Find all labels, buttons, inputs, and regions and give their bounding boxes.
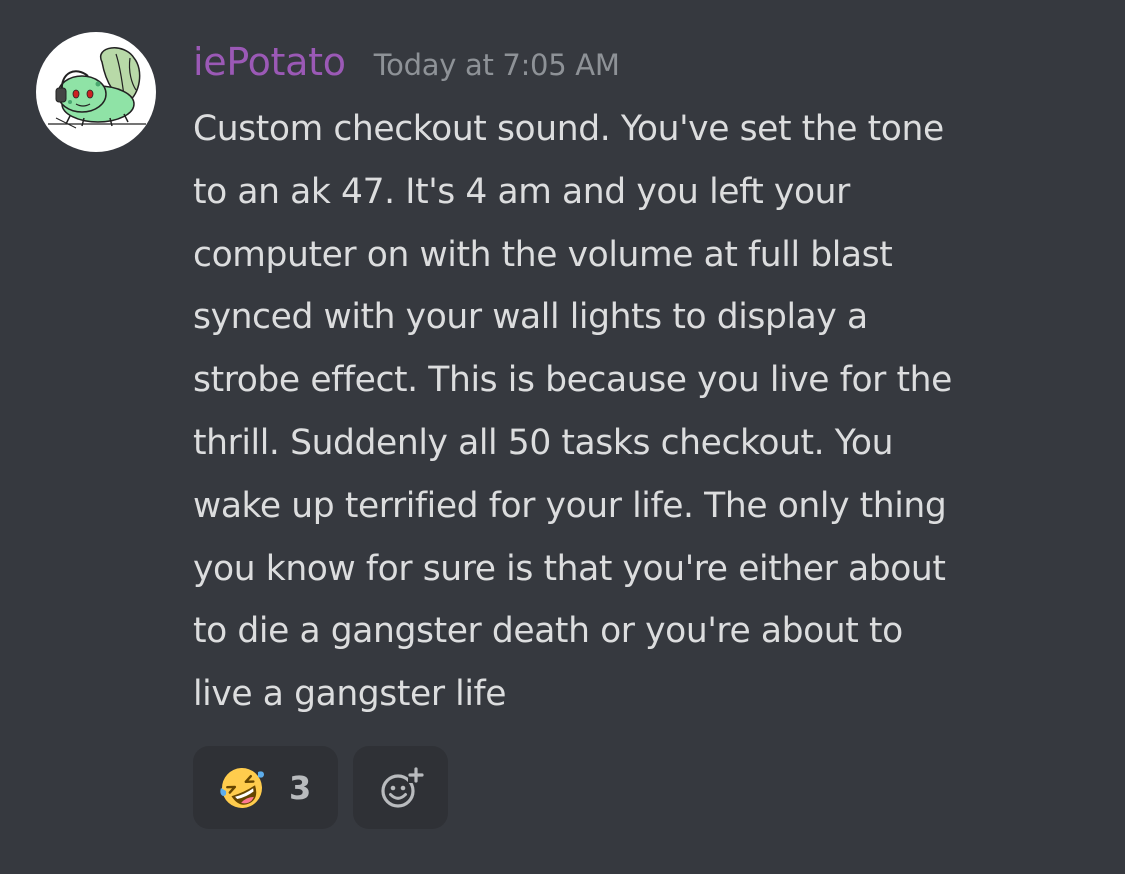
bulbasaur-avatar-icon: [48, 47, 146, 129]
reaction-rofl[interactable]: 3: [193, 746, 338, 829]
message-line: you know for sure is that you're either …: [193, 548, 946, 589]
message-line: synced with your wall lights to display …: [193, 297, 868, 338]
message-line: strobe effect. This is because you live …: [193, 360, 952, 401]
message-line: to an ak 47. It's 4 am and you left your: [193, 171, 850, 212]
add-reaction-icon: [380, 766, 424, 808]
rolling-on-the-floor-laughing-emoji-icon: [220, 767, 264, 808]
message-line: computer on with the volume at full blas…: [193, 234, 893, 275]
message-line: live a gangster life: [193, 674, 507, 715]
message-line: wake up terrified for your life. The onl…: [193, 485, 947, 526]
chat-message: iePotato Today at 7:05 AM Custom checkou…: [0, 0, 1125, 874]
add-reaction-button[interactable]: [353, 746, 448, 829]
message-line: thrill. Suddenly all 50 tasks checkout. …: [193, 422, 894, 463]
reaction-count: 3: [289, 768, 312, 807]
message-header: iePotato Today at 7:05 AM: [193, 40, 620, 94]
message-content: Custom checkout sound. You've set the to…: [193, 98, 1113, 726]
message-line: Custom checkout sound. You've set the to…: [193, 109, 944, 149]
user-avatar[interactable]: [36, 32, 156, 152]
message-timestamp[interactable]: Today at 7:05 AM: [374, 48, 620, 82]
username[interactable]: iePotato: [193, 40, 346, 84]
message-line: to die a gangster death or you're about …: [193, 611, 903, 652]
reactions-bar: 3: [193, 746, 448, 829]
